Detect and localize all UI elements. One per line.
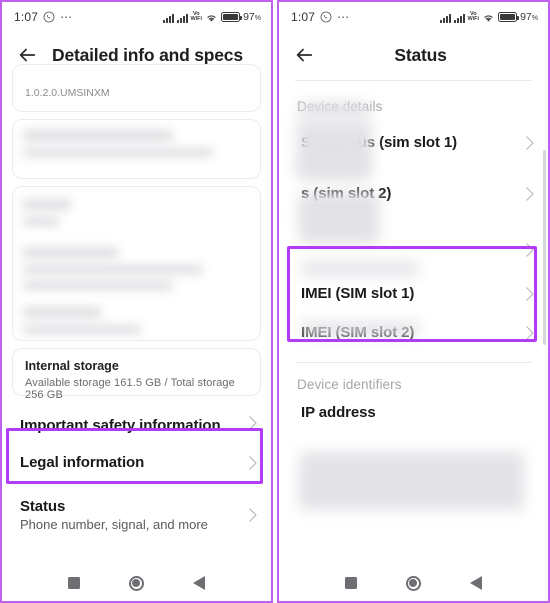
row-imei-slot-1[interactable]: IMEI (SIM slot 1) <box>279 274 548 313</box>
row-important-safety-information[interactable]: Important safety information <box>2 403 271 443</box>
volte-wifi-icon: Vo WiFi <box>190 11 203 22</box>
phone-screen-detailed-info: 1:07 ⋯ Vo WiFi 97% Detailed info and spe… <box>0 0 273 603</box>
clock: 1:07 <box>14 10 39 24</box>
chevron-right-icon <box>249 508 257 522</box>
blur-bar <box>23 148 213 157</box>
row-status[interactable]: Status Phone number, signal, and more <box>2 486 271 544</box>
row-title: IMEI (SIM slot 1) <box>301 285 415 302</box>
signal-bars-icon <box>162 12 174 23</box>
blur-bar <box>303 210 353 222</box>
square-recents-icon[interactable] <box>68 577 81 589</box>
section-header-device-identifiers: Device identifiers <box>297 377 402 392</box>
chevron-right-icon <box>526 243 534 257</box>
wifi-icon <box>484 14 493 22</box>
blur-bar <box>23 307 101 318</box>
blur-bar <box>23 265 203 274</box>
row-ip-address[interactable]: IP address <box>279 402 548 432</box>
blur-bar <box>23 247 118 258</box>
status-bar-right: Vo WiFi 97% <box>439 11 538 23</box>
blur-bar <box>23 325 141 334</box>
blur-bar <box>301 262 419 276</box>
chevron-right-icon <box>526 286 534 301</box>
triangle-back-icon[interactable] <box>192 576 205 590</box>
row-title: Important safety information <box>20 417 221 434</box>
row-subtitle: Phone number, signal, and more <box>20 517 208 532</box>
blur-bar <box>301 156 363 168</box>
blur-bar <box>23 130 173 141</box>
status-bar: 1:07 ⋯ Vo WiFi 97% <box>279 2 548 32</box>
clock: 1:07 <box>291 10 316 24</box>
battery-icon <box>498 12 520 22</box>
chevron-right-icon <box>526 135 534 150</box>
chevron-right-icon <box>526 325 534 340</box>
signal-bars-icon <box>439 12 451 23</box>
blur-bar <box>23 217 59 226</box>
content-detailed-info: 1.0.2.0.UMSINXM Internal storage Availab… <box>2 64 271 591</box>
signal-bars-icon <box>176 12 188 23</box>
page-title: Status <box>394 44 447 65</box>
back-arrow-icon[interactable] <box>16 44 38 66</box>
status-bar-left: 1:07 ⋯ <box>14 10 73 24</box>
navigation-bar <box>2 565 271 601</box>
internal-storage-card[interactable]: Internal storage Available storage 161.5… <box>12 348 261 401</box>
phone-screen-status: 1:07 ⋯ Vo WiFi 97% Status SIM status (si… <box>277 0 550 603</box>
triangle-back-icon[interactable] <box>469 576 482 590</box>
battery-percent: 97% <box>243 11 261 23</box>
circle-home-icon[interactable] <box>405 575 421 591</box>
row-legal-information[interactable]: Legal information <box>2 443 271 482</box>
blurred-info-card-2 <box>12 186 261 341</box>
blur-bar <box>301 322 419 336</box>
blurred-info-card-1 <box>12 119 261 179</box>
status-bar-left: 1:07 ⋯ <box>291 10 350 24</box>
blur-bar <box>23 281 173 290</box>
navigation-bar <box>279 565 548 601</box>
vertical-scrollbar[interactable] <box>543 150 546 345</box>
screenshot-pair: 1:07 ⋯ Vo WiFi 97% Detailed info and spe… <box>0 0 550 603</box>
chevron-right-icon <box>249 455 257 470</box>
battery-percent: 97% <box>520 11 538 23</box>
blur-block <box>297 120 372 180</box>
volte-wifi-icon: Vo WiFi <box>467 11 480 22</box>
version-card: 1.0.2.0.UMSINXM <box>12 64 261 112</box>
more-dots-icon: ⋯ <box>60 10 73 24</box>
whatsapp-icon <box>43 11 55 23</box>
page-title: Detailed info and specs <box>52 44 243 65</box>
blur-bar <box>23 199 71 210</box>
whatsapp-icon <box>320 11 332 23</box>
wifi-icon <box>207 14 216 22</box>
chevron-right-icon <box>526 186 534 201</box>
circle-home-icon[interactable] <box>128 575 144 591</box>
blur-block <box>299 452 524 510</box>
status-bar: 1:07 ⋯ Vo WiFi 97% <box>2 2 271 32</box>
row-title: Legal information <box>20 454 145 471</box>
battery-icon <box>221 12 243 22</box>
row-title: Status <box>20 498 66 515</box>
row-title: IP address <box>301 404 376 421</box>
more-dots-icon: ⋯ <box>337 10 350 24</box>
internal-storage-subtitle: Available storage 161.5 GB / Total stora… <box>25 377 235 401</box>
square-recents-icon[interactable] <box>345 577 358 589</box>
status-bar-right: Vo WiFi 97% <box>162 11 261 23</box>
chevron-right-icon <box>249 416 257 430</box>
signal-bars-icon <box>453 12 465 23</box>
internal-storage-title: Internal storage <box>25 359 119 373</box>
build-version-text: 1.0.2.0.UMSINXM <box>25 87 110 99</box>
blur-bar <box>299 102 369 118</box>
app-bar-status: Status <box>279 32 548 78</box>
content-status: Device details SIM status (sim slot 1) s… <box>279 80 548 601</box>
